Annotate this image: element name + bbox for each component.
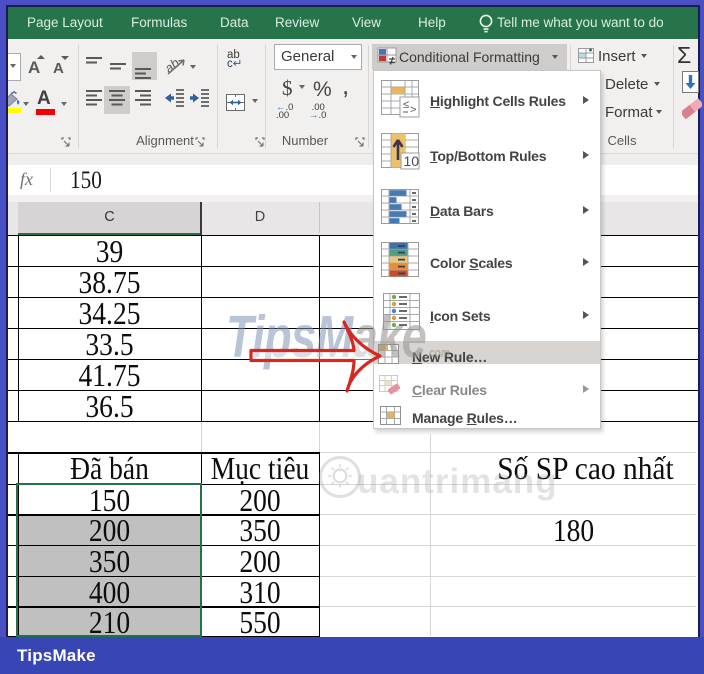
svg-text:>: > xyxy=(410,104,416,116)
svg-text:≤: ≤ xyxy=(403,99,409,111)
svg-text:ab: ab xyxy=(162,55,183,76)
svg-text:10: 10 xyxy=(404,153,420,169)
